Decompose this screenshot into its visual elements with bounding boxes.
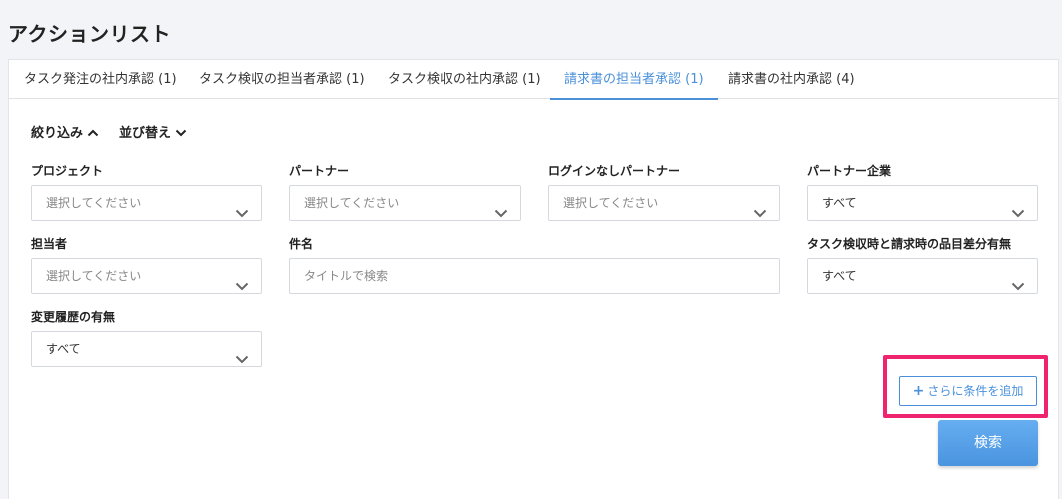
chevron-down-icon [235,343,249,377]
tab-task-order-internal-approval[interactable]: タスク発注の社内承認 (1) [24,60,177,99]
login-less-partner-placeholder: 選択してください [563,196,659,210]
tab-invoice-internal-approval[interactable]: 請求書の社内承認 (4) [728,60,855,99]
chevron-down-icon [1011,197,1025,231]
chevron-down-icon [494,197,508,231]
assignee-placeholder: 選択してください [46,269,142,283]
tab-task-inspection-internal-approval[interactable]: タスク検収の社内承認 (1) [388,60,541,99]
sort-toggle-label: 並び替え [119,126,172,141]
project-placeholder: 選択してください [46,196,142,210]
partner-placeholder: 選択してください [304,196,400,210]
partner-label: パートナー [289,164,350,178]
search-button[interactable]: 検索 [938,420,1038,466]
page-title: アクションリスト [8,22,171,46]
sort-toggle[interactable]: 並び替え [119,122,187,141]
assignee-label: 担当者 [31,237,68,251]
add-condition-button[interactable]: + さらに条件を追加 [899,376,1037,406]
chevron-down-icon [1011,270,1025,304]
chevron-down-icon [753,197,767,231]
partner-company-label: パートナー企業 [807,164,892,178]
filter-toggle[interactable]: 絞り込み [31,122,99,141]
subject-label: 件名 [289,237,314,251]
login-less-partner-label: ログインなしパートナー [548,164,681,178]
project-label: プロジェクト [31,164,104,178]
chevron-up-icon [87,126,99,141]
chevron-down-icon [235,197,249,231]
assignee-select[interactable]: 選択してください [31,258,262,294]
item-diff-value: すべて [822,269,857,283]
add-condition-label: さらに条件を追加 [927,384,1024,398]
login-less-partner-select[interactable]: 選択してください [548,185,780,221]
tab-task-inspection-assignee-approval[interactable]: タスク検収の担当者承認 (1) [199,60,365,99]
project-select[interactable]: 選択してください [31,185,262,221]
chevron-down-icon [235,270,249,304]
chevron-down-icon [175,126,187,141]
partner-select[interactable]: 選択してください [289,185,521,221]
change-history-value: すべて [46,342,81,356]
item-diff-select[interactable]: すべて [807,258,1038,294]
partner-company-select[interactable]: すべて [807,185,1038,221]
action-list-card: タスク発注の社内承認 (1) タスク検収の担当者承認 (1) タスク検収の社内承… [8,59,1059,499]
subject-search-input[interactable]: タイトルで検索 [289,258,780,294]
subject-placeholder: タイトルで検索 [304,269,389,283]
plus-icon: + [912,383,925,399]
filter-toggle-label: 絞り込み [31,126,84,141]
partner-company-value: すべて [822,196,857,210]
change-history-label: 変更履歴の有無 [31,310,116,324]
change-history-select[interactable]: すべて [31,331,262,367]
item-diff-label: タスク検収時と請求時の品目差分有無 [807,237,1012,251]
tab-bar: タスク発注の社内承認 (1) タスク検収の担当者承認 (1) タスク検収の社内承… [9,60,1058,100]
tab-invoice-assignee-approval[interactable]: 請求書の担当者承認 (1) [550,60,718,100]
